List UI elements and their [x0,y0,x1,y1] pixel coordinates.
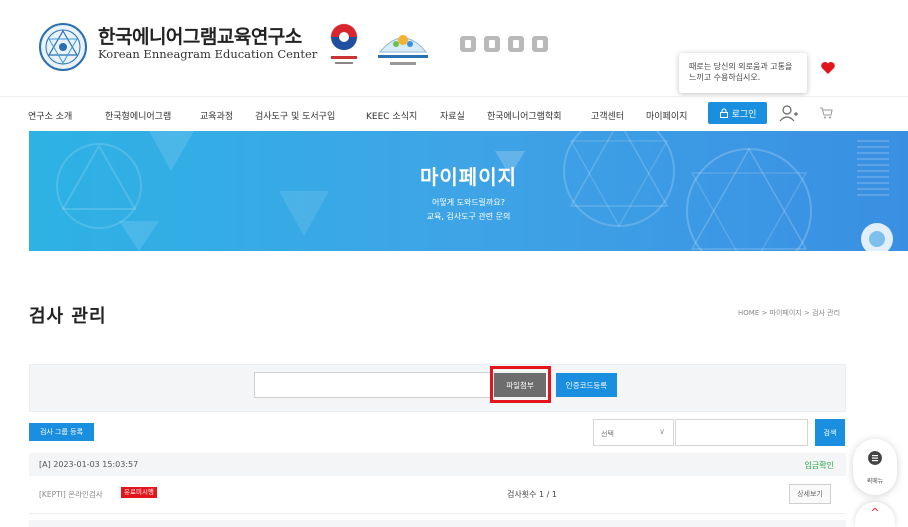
quick-menu-button[interactable]: 퀵메뉴 [853,439,897,495]
lock-icon [719,108,728,118]
search-input[interactable] [675,419,808,446]
youtube-icon[interactable] [484,36,500,52]
page-title: 검사 관리 [29,306,107,327]
search-filter-select[interactable]: 선택 ∨ [593,419,674,446]
highlight-box [490,366,551,403]
search-button[interactable]: 검색 [815,419,845,446]
chevron-down-icon: ∨ [659,427,665,436]
blog-icon[interactable] [508,36,524,52]
login-label: 로그인 [731,109,757,120]
enneagram-logo-icon[interactable] [38,22,88,72]
breadcrumb: HOME > 마이페이지 > 검사 관리 [738,309,841,317]
select-value: 선택 [601,430,614,438]
nav-item-shop[interactable]: 검사도구 및 도서구입 [255,109,335,122]
logo-title-korean[interactable]: 한국에니어그램교육연구소 [98,22,302,49]
quick-menu-label: 퀵메뉴 [866,478,884,485]
list-item: [KEPTI] 온라인검사 유료미시행 검사횟수 1 / 1 상세보기 [29,476,846,514]
nav-item-about[interactable]: 연구소 소개 [28,109,72,122]
certification-mark-icon [378,35,428,65]
instagram-icon[interactable] [532,36,548,52]
login-button[interactable]: 로그인 [708,102,767,124]
test-name: [KEPTI] 온라인검사 [39,490,103,499]
nav-item-support[interactable]: 고객센터 [591,109,624,122]
register-group-button[interactable]: 검사 그룹 등록 [29,423,94,441]
nav-item-archive[interactable]: 자료실 [440,109,465,122]
file-path-input[interactable] [254,372,491,398]
chevron-up-icon: ^ [870,506,880,519]
site-header: 한국에니어그램교육연구소 Korean Enneagram Education … [0,0,908,96]
facebook-icon[interactable] [460,36,476,52]
nav-item-enneagram[interactable]: 한국형에니어그램 [105,109,171,122]
banner-subtitle: 어떻게 도와드릴까요? [431,198,506,207]
banner-subtitle-2: 교육, 검사도구 관련 문의 [426,212,511,221]
register-code-button[interactable]: 인증코드등록 [556,373,617,397]
nav-item-courses[interactable]: 교육과정 [200,109,233,122]
list-item-header: [A] 2023-01-03 15:03:57 입금확인 [29,453,846,476]
test-status-badge: 유료미시행 [121,487,157,498]
banner-decoration [56,131,893,251]
nav-item-society[interactable]: 한국에니어그램학회 [487,109,562,122]
list-bottom [29,520,846,527]
government-emblem-icon [330,23,358,64]
nav-item-mypage[interactable]: 마이페이지 [646,109,687,122]
test-count: 검사횟수 1 / 1 [507,490,557,499]
social-links [460,36,548,52]
detail-button[interactable]: 상세보기 [789,484,831,504]
join-member-icon[interactable] [779,104,799,122]
status-badge: 입금확인 [804,461,834,470]
heart-icon[interactable] [820,60,836,76]
order-date: [A] 2023-01-03 15:03:57 [39,460,139,469]
logo-title-english[interactable]: Korean Enneagram Education Center [98,47,317,61]
cart-icon[interactable] [819,107,833,119]
scroll-top-button[interactable]: ^ [855,502,895,527]
list-icon [868,451,882,465]
quote-tooltip: 때로는 당신의 외로움과 고통을 느끼고 수용하십시오. [679,53,807,93]
mypage-banner: 마이페이지 어떻게 도와드릴까요? 교육, 검사도구 관련 문의 [29,131,908,251]
banner-title: 마이페이지 [420,165,517,189]
main-navigation: 연구소 소개 한국형에니어그램 교육과정 검사도구 및 도서구입 KEEC 소식… [0,96,908,132]
nav-item-newsletter[interactable]: KEEC 소식지 [366,109,417,122]
